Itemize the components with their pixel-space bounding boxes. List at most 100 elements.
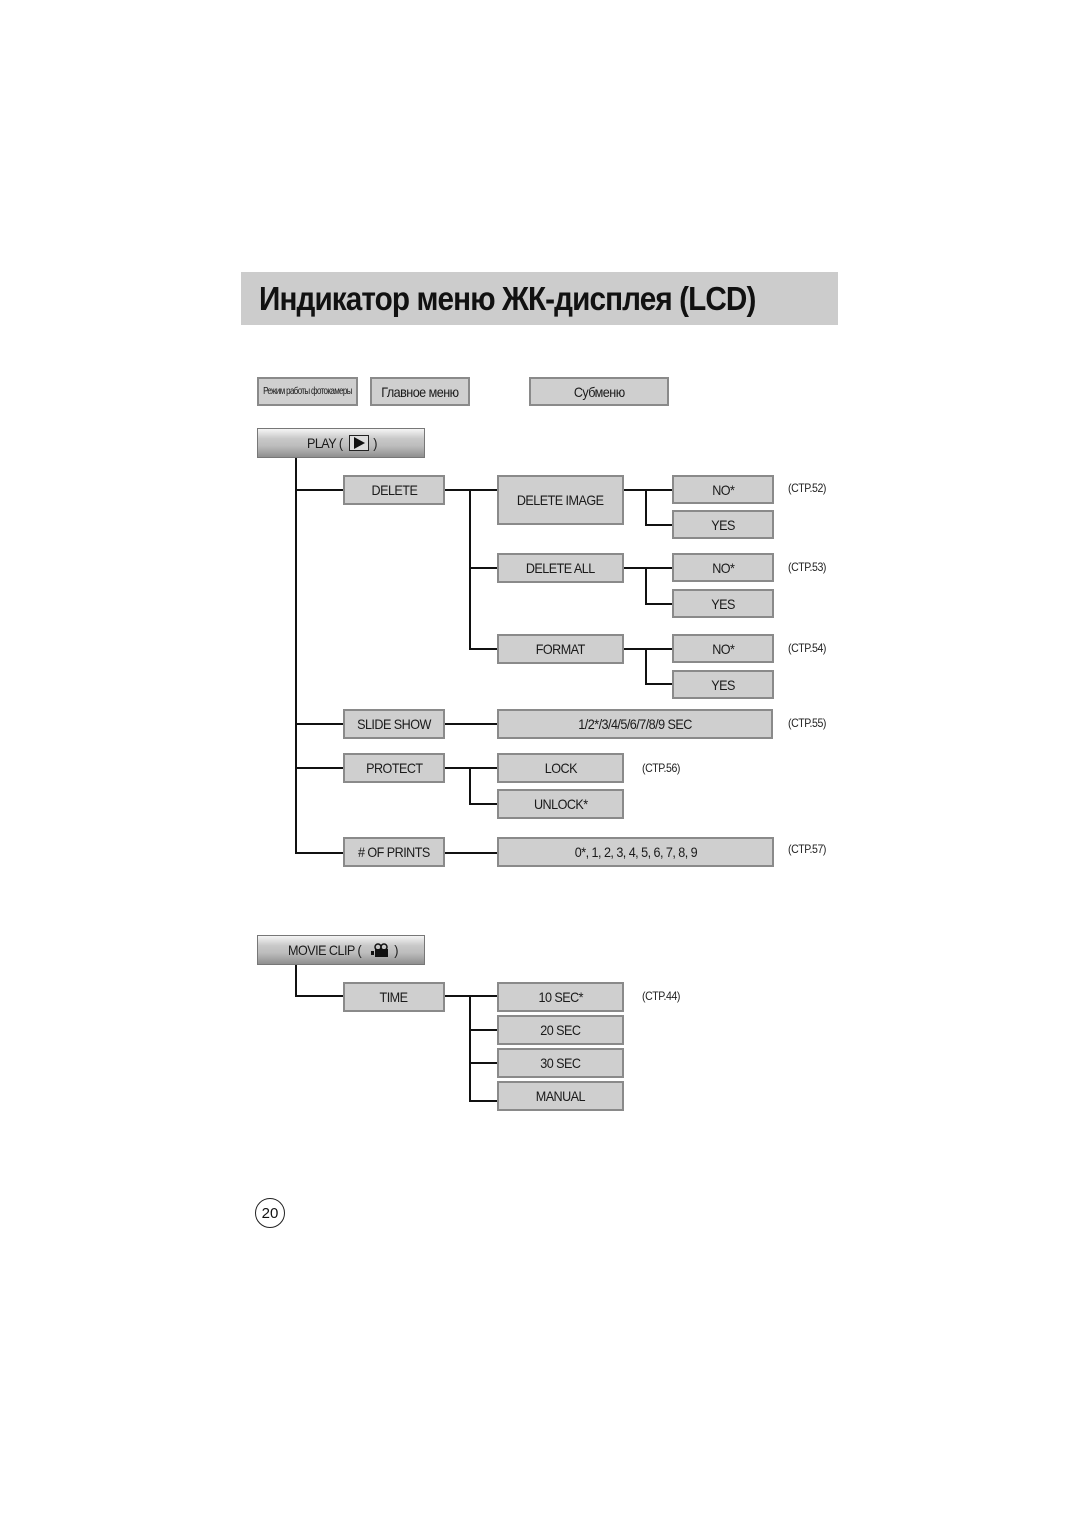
page-number: 20 bbox=[255, 1198, 285, 1228]
page-ref-56: (CTP.56) bbox=[642, 761, 685, 775]
connector-line bbox=[645, 567, 647, 605]
menu-delete-label: DELETE bbox=[371, 482, 417, 498]
legend-submenu: Субменю bbox=[529, 377, 669, 406]
movie-clip-mode-box: MOVIE CLIP ( ) bbox=[257, 935, 425, 965]
page-ref-label: (CTP.53) bbox=[788, 560, 826, 574]
option-label: 0*, 1, 2, 3, 4, 5, 6, 7, 8, 9 bbox=[574, 844, 697, 860]
option-label: NO* bbox=[711, 640, 735, 657]
connector-line bbox=[645, 603, 672, 605]
menu-protect-label: PROTECT bbox=[365, 760, 423, 776]
page-ref-label: (CTP.52) bbox=[788, 481, 826, 495]
option-label: NO* bbox=[711, 481, 735, 498]
connector-line bbox=[469, 567, 497, 569]
connector-line bbox=[645, 489, 647, 526]
page-ref-44: (CTP.44) bbox=[642, 989, 685, 1003]
option-label: 1/2*/3/4/5/6/7/8/9 SEC bbox=[578, 716, 692, 732]
connector-line bbox=[445, 852, 497, 854]
legend-main-menu: Главное меню bbox=[370, 377, 470, 406]
page-ref-label: (CTP.55) bbox=[788, 716, 826, 730]
connector-line bbox=[445, 767, 497, 769]
option-delete-all-no[interactable]: NO* bbox=[672, 553, 774, 582]
option-label: YES bbox=[711, 595, 735, 612]
menu-time[interactable]: TIME bbox=[343, 982, 445, 1012]
menu-time-label: TIME bbox=[380, 989, 408, 1005]
play-icon bbox=[348, 435, 369, 451]
option-label: UNLOCK* bbox=[533, 796, 588, 812]
menu-number-of-prints[interactable]: # OF PRINTS bbox=[343, 837, 445, 867]
page-title-bar: Индикатор меню ЖК-дисплея (LCD) bbox=[241, 272, 838, 325]
submenu-delete-all-label: DELETE ALL bbox=[526, 560, 595, 576]
connector-line bbox=[445, 723, 497, 725]
option-lock[interactable]: LOCK bbox=[497, 753, 624, 783]
option-time-10-sec[interactable]: 10 SEC* bbox=[497, 982, 624, 1012]
page-ref-55: (CTP.55) bbox=[788, 716, 831, 730]
page-ref-label: (CTP.56) bbox=[642, 761, 680, 775]
option-time-20-sec[interactable]: 20 SEC bbox=[497, 1015, 624, 1045]
submenu-delete-image-label: DELETE IMAGE bbox=[517, 492, 604, 508]
movie-camera-icon bbox=[370, 943, 388, 957]
connector-line bbox=[445, 995, 497, 997]
connector-line bbox=[295, 723, 343, 725]
legend-camera-mode-label: Режим работы фотокамеры bbox=[263, 386, 352, 397]
option-label: 30 SEC bbox=[540, 1055, 581, 1071]
menu-protect[interactable]: PROTECT bbox=[343, 753, 445, 783]
legend-submenu-label: Субменю bbox=[573, 383, 625, 400]
connector-line bbox=[624, 648, 672, 650]
menu-slide-show[interactable]: SLIDE SHOW bbox=[343, 709, 445, 739]
connector-line bbox=[645, 524, 672, 526]
legend-camera-mode: Режим работы фотокамеры bbox=[257, 377, 358, 406]
option-time-manual[interactable]: MANUAL bbox=[497, 1081, 624, 1111]
time-branch-line bbox=[469, 995, 471, 1102]
submenu-delete-image[interactable]: DELETE IMAGE bbox=[497, 475, 624, 525]
connector-line bbox=[295, 767, 343, 769]
option-label: 20 SEC bbox=[540, 1022, 581, 1038]
movie-mode-prefix: MOVIE CLIP ( bbox=[288, 942, 362, 958]
option-label: 10 SEC* bbox=[538, 989, 583, 1005]
page-title: Индикатор меню ЖК-дисплея (LCD) bbox=[259, 280, 756, 317]
page-number-label: 20 bbox=[261, 1204, 279, 1222]
page-ref-label: (CTP.57) bbox=[788, 842, 826, 856]
option-label: NO* bbox=[711, 559, 735, 576]
option-format-yes[interactable]: YES bbox=[672, 670, 774, 699]
menu-prints-label: # OF PRINTS bbox=[358, 844, 430, 860]
page-ref-52: (CTP.52) bbox=[788, 481, 831, 495]
option-delete-image-no[interactable]: NO* bbox=[672, 475, 774, 504]
option-label: YES bbox=[711, 516, 735, 533]
page-ref-53: (CTP.53) bbox=[788, 560, 831, 574]
connector-line bbox=[624, 567, 672, 569]
legend-main-menu-label: Главное меню bbox=[381, 383, 459, 400]
option-label: LOCK bbox=[544, 760, 577, 776]
movie-mode-suffix: ) bbox=[393, 942, 398, 958]
submenu-format[interactable]: FORMAT bbox=[497, 634, 624, 664]
connector-line bbox=[469, 648, 497, 650]
delete-branch-line bbox=[469, 489, 471, 650]
option-label: MANUAL bbox=[535, 1088, 586, 1104]
play-mode-prefix: PLAY ( bbox=[307, 435, 343, 451]
connector-line bbox=[295, 995, 343, 997]
option-time-30-sec[interactable]: 30 SEC bbox=[497, 1048, 624, 1078]
option-delete-all-yes[interactable]: YES bbox=[672, 589, 774, 618]
connector-line bbox=[469, 1029, 497, 1031]
connector-line bbox=[469, 767, 471, 805]
connector-line bbox=[469, 1062, 497, 1064]
submenu-format-label: FORMAT bbox=[535, 641, 586, 657]
option-unlock[interactable]: UNLOCK* bbox=[497, 789, 624, 819]
play-mode-suffix: ) bbox=[372, 435, 377, 451]
menu-delete[interactable]: DELETE bbox=[343, 475, 445, 505]
connector-line bbox=[624, 489, 672, 491]
option-prints-count[interactable]: 0*, 1, 2, 3, 4, 5, 6, 7, 8, 9 bbox=[497, 837, 774, 867]
option-format-no[interactable]: NO* bbox=[672, 634, 774, 663]
play-trunk-line bbox=[295, 458, 297, 854]
option-delete-image-yes[interactable]: YES bbox=[672, 510, 774, 539]
menu-slide-show-label: SLIDE SHOW bbox=[357, 716, 431, 732]
page-ref-57: (CTP.57) bbox=[788, 842, 831, 856]
page-ref-label: (CTP.44) bbox=[642, 989, 680, 1003]
connector-line bbox=[445, 489, 497, 491]
connector-line bbox=[469, 1100, 497, 1102]
play-mode-box: PLAY ( ) bbox=[257, 428, 425, 458]
connector-line bbox=[295, 489, 343, 491]
connector-line bbox=[645, 683, 672, 685]
submenu-delete-all[interactable]: DELETE ALL bbox=[497, 553, 624, 583]
option-slide-show-interval[interactable]: 1/2*/3/4/5/6/7/8/9 SEC bbox=[497, 709, 773, 739]
movie-trunk-line bbox=[295, 965, 297, 997]
